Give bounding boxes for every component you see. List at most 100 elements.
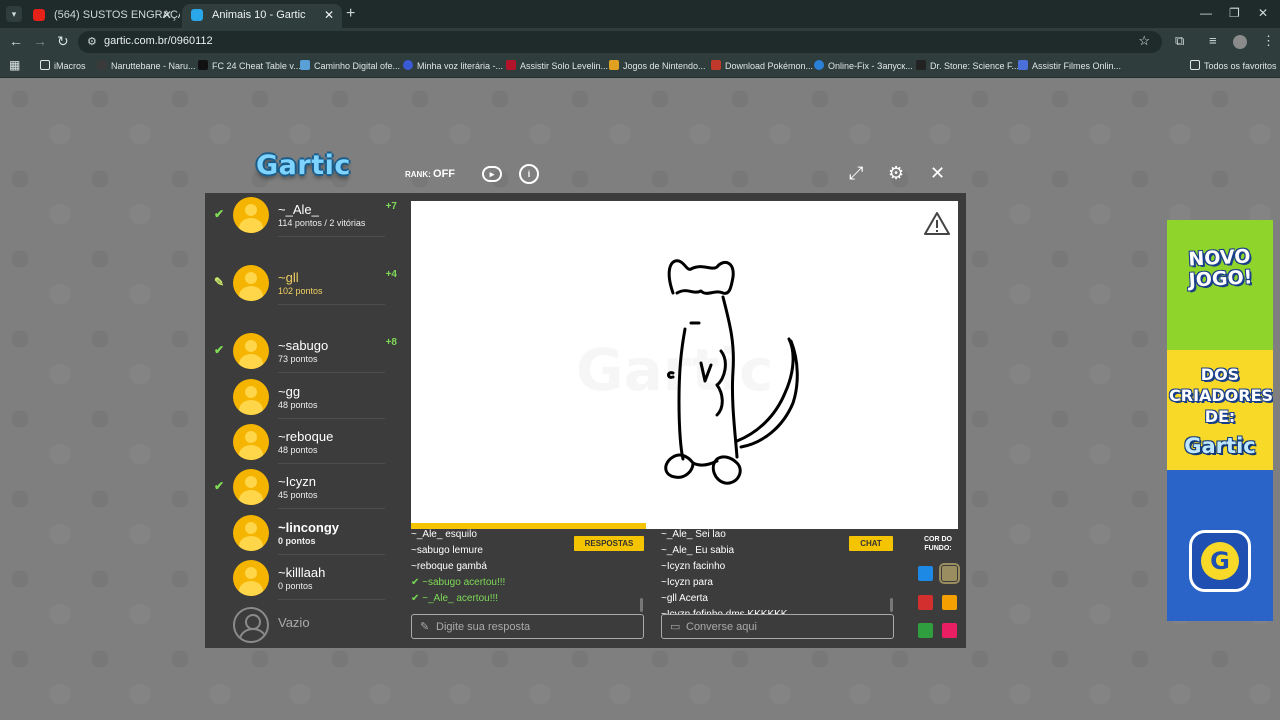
divider [278,463,385,464]
player-row[interactable]: ~killlaah 0 pontos [205,556,385,600]
chat-scrollbar[interactable] [890,598,893,612]
player-row[interactable]: ✔ ~_Ale_ 114 pontos / 2 vitórias +7 [205,193,397,237]
player-points: 73 pontos [278,354,318,364]
player-row[interactable]: ✔ ~sabugo 73 pontos +8 [205,329,397,373]
player-row[interactable]: ✔ ~Icyzn 45 pontos [205,465,385,509]
avatar [233,424,269,460]
answer-input[interactable] [436,618,636,636]
player-row[interactable]: ~gg 48 pontos [205,375,385,419]
avatar [233,469,269,505]
bg-color-olive[interactable] [939,563,960,584]
site-icon [711,60,721,70]
ad-subline: DOS CRIADORES DE: [1169,365,1273,426]
player-row[interactable]: ~reboque 48 pontos [205,420,385,464]
settings-gear-icon[interactable]: ⚙ [888,163,904,184]
close-icon[interactable]: ✕ [324,8,334,22]
info-icon[interactable]: i [519,164,539,184]
close-icon[interactable]: ✕ [162,8,172,22]
site-icon [609,60,619,70]
restore-icon[interactable]: ❐ [1229,6,1240,20]
tab-search-button[interactable]: ▾ [6,6,22,22]
divider [278,599,385,600]
all-bookmarks[interactable]: Todos os favoritos [1190,60,1277,71]
site-info-icon[interactable]: ⚙ [87,35,97,48]
window-close-icon[interactable]: ✕ [1258,6,1268,20]
minimize-icon[interactable]: — [1200,6,1212,20]
forward-arrow-icon[interactable]: → [33,33,47,49]
bookmark-item[interactable]: iMacros [40,60,86,71]
chat-line: ~Icyzn para [661,577,713,588]
player-points: 48 pontos [278,445,318,455]
bookmark-item[interactable]: Assistir Solo Levelin... [506,60,608,71]
bookmark-item[interactable]: Minha voz literária -... [403,60,503,71]
tab-title: Animais 10 - Gartic [212,9,306,21]
empty-avatar-icon [233,607,269,643]
profile-avatar[interactable] [1233,35,1247,49]
back-arrow-icon[interactable]: ← [9,33,23,49]
reload-icon[interactable]: ↻ [57,33,69,50]
new-tab-button[interactable]: + [346,5,355,23]
play-video-icon[interactable]: ▸ [482,166,502,182]
bookmark-item[interactable]: FC 24 Cheat Table v... [198,60,301,71]
player-points: 45 pontos [278,490,318,500]
rank-status: RANK: OFF [405,168,455,180]
bg-color-red[interactable] [918,595,933,610]
bookmark-star-icon[interactable]: ☆ [1138,33,1150,49]
site-icon [198,60,208,70]
advertisement-banner[interactable]: NOVO JOGO! DOS CRIADORES DE: Gartic G [1167,220,1273,621]
drawing-canvas[interactable]: Gartic [411,201,958,523]
site-icon [1018,60,1028,70]
bookmark-item[interactable]: Dr. Stone: Science F... [916,60,1019,71]
browser-tab-youtube[interactable]: (564) SUSTOS ENGRAÇADOS D ✕ [24,4,180,28]
extensions-icon[interactable]: ⧉ [1175,33,1184,49]
bookmark-item[interactable]: Caminho Digital ofe... [300,60,400,71]
bookmark-item[interactable]: Download Pokémon... [711,60,813,71]
bg-color-orange[interactable] [942,595,957,610]
bookmark-item[interactable]: Assistir Filmes Onlin... [1018,60,1121,71]
bookmark-item[interactable]: Jogos de Nintendo... [609,60,706,71]
report-warning-icon[interactable] [924,211,950,237]
chat-line: ~_Ale_ Sei lao [661,529,726,540]
answers-scrollbar[interactable] [640,598,643,612]
bg-color-blue[interactable] [918,566,933,581]
answer-line: ✔ ~sabugo acertou!!! [411,577,506,588]
divider [278,304,385,305]
chat-input[interactable] [686,618,886,636]
avatar [233,265,269,301]
avatar [233,333,269,369]
menu-icon[interactable]: ⋮ [1262,33,1275,49]
player-bonus: +4 [385,269,397,280]
close-game-icon[interactable]: ✕ [930,163,945,184]
site-icon [300,60,310,70]
player-row-self[interactable]: ~lincongy 0 pontos [205,511,385,555]
check-icon: ✔ [214,207,225,221]
gartic-logo[interactable]: Gartic [256,150,351,181]
site-icon [916,60,926,70]
media-icon[interactable]: ≡ [1209,33,1217,48]
site-icon [403,60,413,70]
apps-icon[interactable]: ▦ [9,58,20,72]
empty-slot[interactable]: Vazio [205,603,385,647]
divider [278,418,385,419]
player-points: 114 pontos / 2 vitórias [278,218,366,228]
answer-input-box[interactable]: ✎ [411,614,644,639]
player-name: ~gg [278,384,301,399]
bg-color-pink[interactable] [942,623,957,638]
bookmark-item[interactable]: Online-Fix - Запуск... [814,60,913,71]
player-row[interactable]: ✎ ~gll 102 pontos +4 [205,261,397,305]
players-list: ✔ ~_Ale_ 114 pontos / 2 vitórias +7 ✎ ~g… [205,193,405,648]
player-points: 0 pontos [278,536,316,546]
bookmark-item[interactable]: Naruttebane - Naru... [97,60,196,71]
player-name: ~killlaah [278,565,326,580]
expand-icon[interactable]: ⤢ [849,163,863,184]
chat-tab-button[interactable]: CHAT [849,536,893,551]
url-field[interactable]: ⚙ gartic.com.br/0960112 ☆ [78,31,1162,53]
chat-input-box[interactable]: ▭ [661,614,894,639]
bg-color-green[interactable] [918,623,933,638]
player-name: ~lincongy [278,520,340,535]
player-bonus: +8 [385,337,397,348]
browser-tab-gartic[interactable]: Animais 10 - Gartic ✕ [182,4,342,28]
player-bonus: +7 [385,201,397,212]
answers-tab-button[interactable]: RESPOSTAS [574,536,644,551]
background-color-label: COR DO FUNDO: [924,536,952,552]
